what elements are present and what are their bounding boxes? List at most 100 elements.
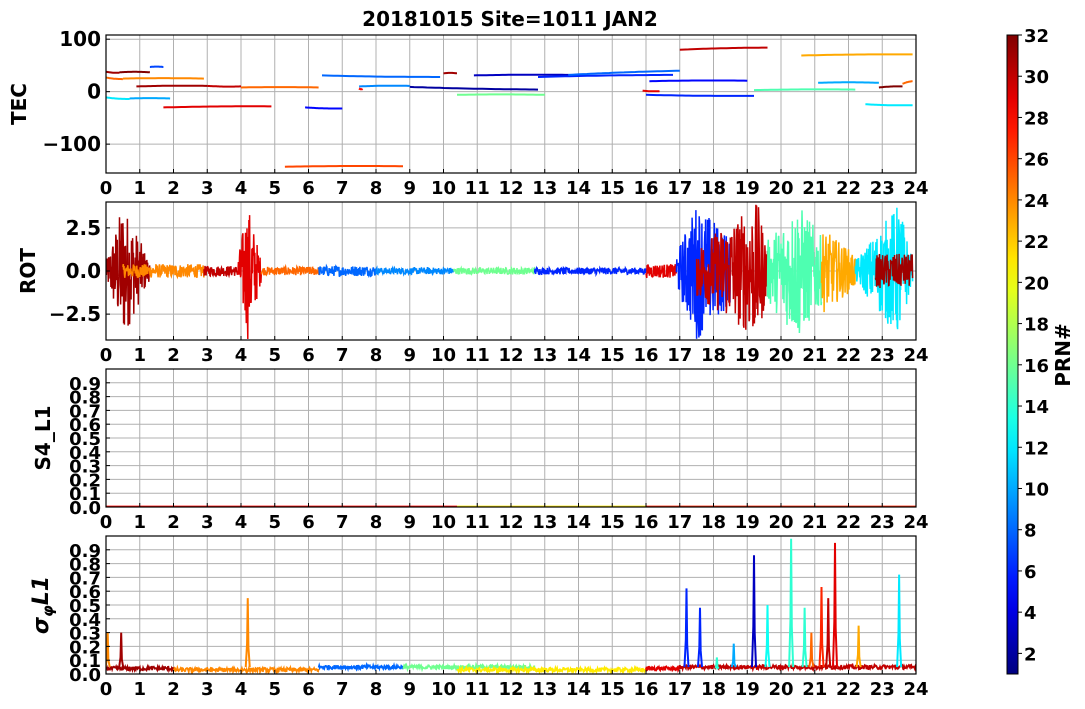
- xtick-label: 10: [431, 512, 456, 533]
- colorbar-tick-label: 32: [1024, 26, 1049, 47]
- tec-series-prn-26: [284, 165, 403, 168]
- tec-series-prn-5: [649, 79, 748, 83]
- colorbar-tick-label: 22: [1024, 232, 1049, 253]
- xtick-label: 9: [403, 178, 416, 199]
- xtick-label: 2: [167, 178, 180, 199]
- colorbar-tick-label: 20: [1024, 273, 1049, 294]
- xtick-label: 20: [768, 679, 793, 700]
- xtick-label: 9: [403, 345, 416, 366]
- ylabel-sigma-phi: σφL1: [29, 576, 57, 634]
- xtick-label: 8: [370, 345, 383, 366]
- xtick-label: 1: [133, 679, 146, 700]
- colorbar-tick-label: 24: [1024, 191, 1049, 212]
- xtick-label: 15: [600, 345, 625, 366]
- xtick-label: 9: [403, 679, 416, 700]
- xtick-label: 7: [336, 178, 349, 199]
- rot-series-prn-29: [645, 264, 678, 279]
- xtick-label: 3: [201, 345, 214, 366]
- sigma-spike-prn-25: [808, 632, 815, 668]
- xtick-label: 23: [870, 345, 895, 366]
- ytick-label: 2.5: [66, 216, 101, 240]
- xtick-label: 14: [566, 679, 591, 700]
- xtick-label: 17: [667, 345, 692, 366]
- sigma-spike-prn-6: [696, 607, 704, 668]
- ytick-label: 0: [87, 80, 101, 104]
- sigma-spike-prn-10: [730, 643, 737, 668]
- ytick-label: 100: [59, 27, 101, 51]
- tec-series-prn-3: [473, 73, 569, 77]
- xtick-label: 13: [532, 178, 557, 199]
- xtick-label: 8: [370, 679, 383, 700]
- xtick-label: 15: [600, 512, 625, 533]
- xtick-label: 16: [633, 178, 658, 199]
- tec-series-prn-28: [358, 87, 364, 91]
- xtick-label: 13: [532, 512, 557, 533]
- xtick-label: 16: [633, 512, 658, 533]
- xtick-label: 12: [498, 512, 523, 533]
- sigma-series-prn-21: [456, 664, 647, 674]
- colorbar-tick-label: 8: [1024, 521, 1037, 542]
- plot-area-tec: 0 1 2 3 4 5 6 7 8 9 10 11 12 13 14 15 16 17 18 19 20 21 22 23 24…: [42, 27, 928, 199]
- xtick-label: 24: [903, 345, 928, 366]
- tec-series-prn-29: [642, 89, 660, 93]
- xtick-label: 14: [566, 345, 591, 366]
- xtick-label: 9: [403, 512, 416, 533]
- rot-series-prn-23: [820, 234, 857, 313]
- rot-series-prn-16: [452, 265, 536, 276]
- xtick-label: 10: [431, 178, 456, 199]
- ylabel-sigma-main: σ: [29, 616, 54, 634]
- xtick-label: 2: [167, 512, 180, 533]
- xtick-label: 17: [667, 512, 692, 533]
- tec-series-prn-9: [359, 84, 410, 88]
- sigma-spike-prn-23: [855, 625, 862, 668]
- xtick-label: 1: [133, 345, 146, 366]
- xtick-label: 8: [370, 178, 383, 199]
- colorbar-tick-label: 4: [1024, 603, 1037, 624]
- sigma-spike-prn-27: [818, 587, 825, 668]
- xtick-label: 14: [566, 512, 591, 533]
- xtick-label: 11: [465, 512, 490, 533]
- xtick-label: 21: [802, 178, 827, 199]
- sigma-spike-prn-14: [714, 657, 720, 671]
- xtick-label: 21: [802, 345, 827, 366]
- tec-series-prn-25: [106, 76, 123, 81]
- tec-series-prn-30: [679, 46, 768, 51]
- panel-rot: 0 1 2 3 4 5 6 7 8 9 10 11 12 13 14 15 16 17 18 19 20 21 22 23 24…: [16, 201, 929, 366]
- xtick-label: 4: [235, 512, 248, 533]
- xtick-label: 0: [100, 178, 113, 199]
- xtick-label: 20: [768, 345, 793, 366]
- sigma-spike-prn-24: [244, 598, 251, 668]
- tec-series-prn-32: [119, 70, 150, 74]
- xtick-label: 22: [836, 345, 861, 366]
- rot-series-prn-8: [317, 263, 377, 279]
- colorbar-tick-label: 10: [1024, 479, 1049, 500]
- ylabel-s4: S4_L1: [31, 406, 55, 471]
- xtick-label: 6: [302, 679, 315, 700]
- xtick-label: 21: [802, 679, 827, 700]
- xtick-label: 24: [903, 512, 928, 533]
- xtick-label: 23: [870, 512, 895, 533]
- xtick-label: 1: [133, 512, 146, 533]
- figure: 20181015 Site=1011 JAN2 0 1 2 3 4 5 6 7 8 9 10 11 12…: [7, 7, 1075, 700]
- colorbar-tick-label: 18: [1024, 315, 1049, 336]
- xtick-label: 3: [201, 679, 214, 700]
- tec-series-prn-8: [321, 74, 441, 78]
- colorbar-tick-label: 6: [1024, 562, 1037, 583]
- series-group: [106, 204, 914, 340]
- rot-series-prn-6: [533, 265, 647, 278]
- sigma-series-prn-29: [645, 664, 681, 674]
- ytick-label: −2.5: [49, 302, 101, 326]
- xtick-label: 24: [903, 178, 928, 199]
- xtick-label: 12: [498, 679, 523, 700]
- panel-sigma-phi: 0 1 2 3 4 5 6 7 8 9 10 11 12 13 14 15 16 17 18 19 20 21 22 23 24…: [29, 535, 929, 700]
- xtick-label: 17: [667, 178, 692, 199]
- tec-series-prn-31: [136, 84, 208, 88]
- colorbar-tick-label: 28: [1024, 108, 1049, 129]
- colorbar-tick-label: 26: [1024, 150, 1049, 171]
- xtick-label: 12: [498, 178, 523, 199]
- xtick-label: 4: [235, 345, 248, 366]
- tec-series-prn-5: [305, 106, 343, 110]
- sigma-spike-prn-13: [764, 604, 771, 668]
- plot-area-sigma-phi: 0 1 2 3 4 5 6 7 8 9 10 11 12 13 14 15 16 17 18 19 20 21 22 23 24…: [69, 535, 929, 700]
- ylabel-rot: ROT: [16, 248, 40, 294]
